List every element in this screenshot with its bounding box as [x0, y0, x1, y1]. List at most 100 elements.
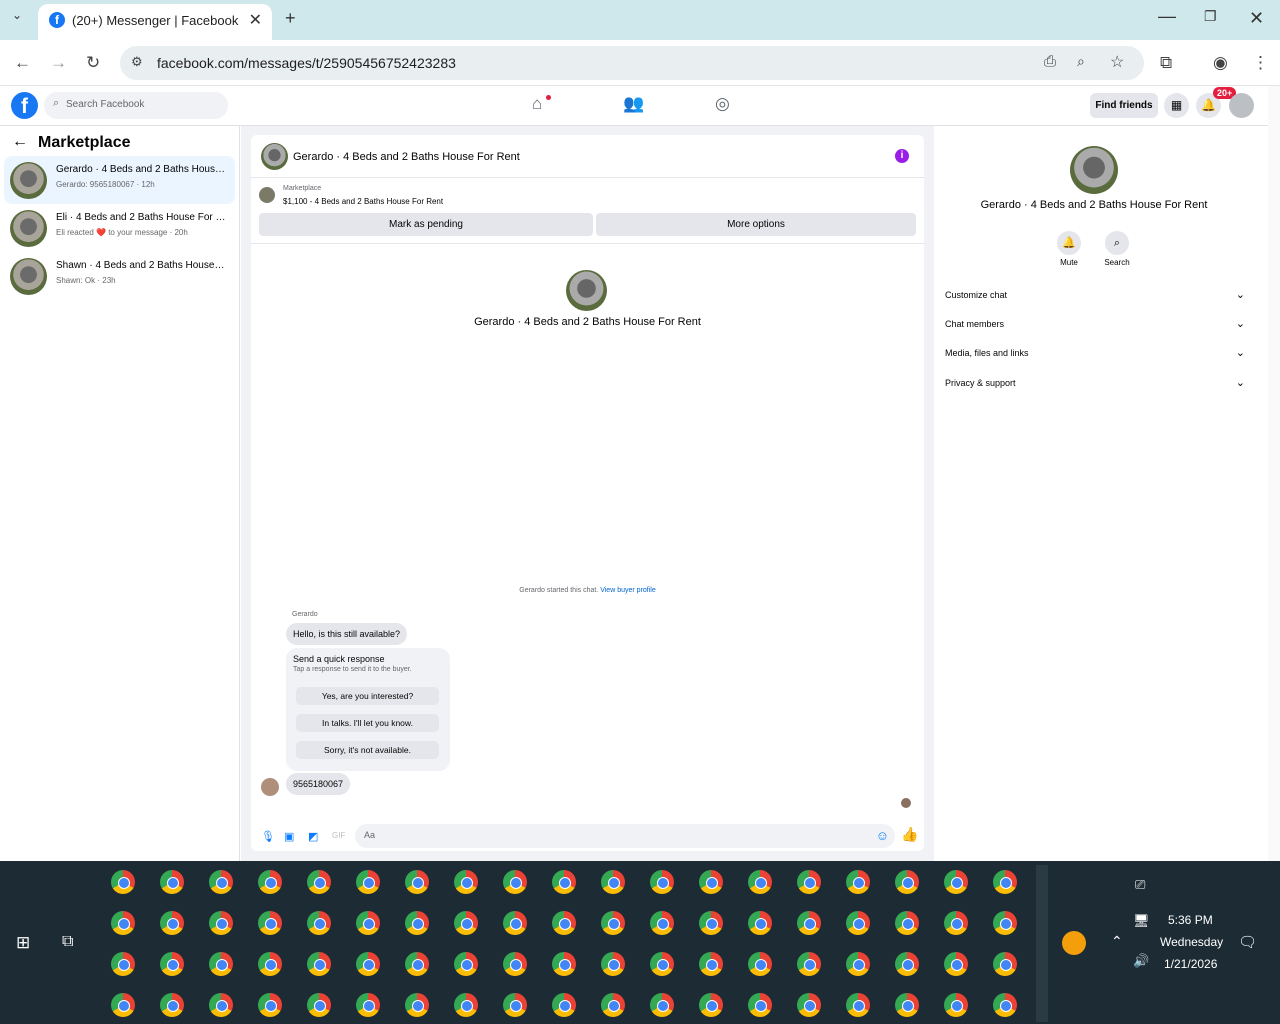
taskbar-app-icon[interactable]: [209, 952, 233, 976]
taskbar-app-icon[interactable]: [503, 993, 527, 1017]
taskbar-app-icon[interactable]: [307, 870, 331, 894]
listing-title[interactable]: $1,100 - 4 Beds and 2 Baths House For Re…: [283, 197, 443, 206]
taskbar-app-icon[interactable]: [307, 952, 331, 976]
clock-date[interactable]: 1/21/2026: [1164, 957, 1217, 971]
taskbar-app-icon[interactable]: [993, 993, 1017, 1017]
taskbar-app-icon[interactable]: [650, 870, 674, 894]
taskbar-app-icon[interactable]: [699, 870, 723, 894]
restore-icon[interactable]: ❐: [1204, 8, 1217, 25]
taskbar-app-icon[interactable]: [944, 870, 968, 894]
install-icon[interactable]: ⎙: [1044, 53, 1056, 70]
taskbar-app-icon[interactable]: [944, 911, 968, 935]
taskbar-app-icon[interactable]: [993, 911, 1017, 935]
conversation-item[interactable]: Shawn · 4 Beds and 2 Baths House For Ren…: [4, 252, 235, 300]
quick-reply-button[interactable]: Sorry, it's not available.: [296, 741, 439, 759]
back-arrow-icon[interactable]: ←: [12, 133, 28, 151]
taskbar-app-icon[interactable]: [552, 952, 576, 976]
taskbar-app-icon[interactable]: [846, 952, 870, 976]
taskbar-app-icon[interactable]: [111, 870, 135, 894]
taskbar-app-icon[interactable]: [895, 993, 919, 1017]
taskbar-app-icon[interactable]: [160, 952, 184, 976]
taskbar-app-icon[interactable]: [209, 993, 233, 1017]
forward-icon[interactable]: →: [50, 53, 67, 73]
taskbar-app-icon[interactable]: [111, 993, 135, 1017]
view-buyer-profile-link[interactable]: View buyer profile: [600, 587, 656, 594]
photo-icon[interactable]: ▣: [284, 830, 294, 843]
taskbar-app-icon[interactable]: [748, 952, 772, 976]
clock-time[interactable]: 5:36 PM: [1168, 913, 1213, 927]
taskbar-app-icon[interactable]: [160, 870, 184, 894]
taskbar-app-icon[interactable]: [650, 993, 674, 1017]
taskbar-app-icon[interactable]: [993, 952, 1017, 976]
taskbar-app-icon[interactable]: [895, 911, 919, 935]
taskbar-app-icon[interactable]: [993, 870, 1017, 894]
like-icon[interactable]: 👍: [901, 826, 918, 843]
taskbar-app-icon[interactable]: [895, 952, 919, 976]
taskbar-app-icon[interactable]: [209, 870, 233, 894]
address-bar[interactable]: ⚙ facebook.com/messages/t/25905456752423…: [120, 46, 1144, 80]
taskbar-app-icon[interactable]: [405, 870, 429, 894]
menu-grid-icon[interactable]: ▦: [1164, 93, 1189, 118]
mark-pending-button[interactable]: Mark as pending: [259, 213, 593, 236]
taskbar-app-icon[interactable]: [944, 993, 968, 1017]
chevron-up-icon[interactable]: ⌃: [1111, 933, 1123, 950]
taskbar-app-icon[interactable]: [454, 870, 478, 894]
taskbar-app-icon[interactable]: [454, 993, 478, 1017]
taskbar-app-icon[interactable]: [111, 952, 135, 976]
taskbar-app-icon[interactable]: [846, 911, 870, 935]
extensions-icon[interactable]: ⧉: [1160, 53, 1172, 73]
profile-icon[interactable]: ◉: [1213, 53, 1228, 73]
taskbar-app-icon[interactable]: [797, 911, 821, 935]
new-tab-icon[interactable]: +: [285, 8, 296, 29]
taskbar-app-icon[interactable]: [405, 993, 429, 1017]
meet-now-icon[interactable]: ⎚: [1135, 877, 1145, 893]
taskbar-app-icon[interactable]: [895, 870, 919, 894]
find-friends-button[interactable]: Find friends: [1090, 93, 1158, 118]
taskbar-app-icon[interactable]: [797, 993, 821, 1017]
customize-chat-section[interactable]: Customize chat ⌄: [945, 289, 1245, 301]
task-view-icon[interactable]: ⧉: [62, 933, 73, 951]
more-options-button[interactable]: More options: [596, 213, 916, 236]
home-icon[interactable]: ⌂: [532, 94, 542, 114]
groups-icon[interactable]: ◎: [715, 94, 730, 114]
quick-reply-button[interactable]: In talks. I'll let you know.: [296, 714, 439, 732]
taskbar-app-icon[interactable]: [699, 952, 723, 976]
search-icon[interactable]: ⌕: [1105, 231, 1129, 255]
tab-close-icon[interactable]: ✕: [249, 10, 262, 30]
taskbar-scrollbar[interactable]: [1036, 865, 1048, 1022]
taskbar-app-icon[interactable]: [209, 911, 233, 935]
taskbar-app-icon[interactable]: [650, 911, 674, 935]
taskbar-app-icon[interactable]: [258, 870, 282, 894]
taskbar-app-icon[interactable]: [258, 952, 282, 976]
taskbar-app-icon[interactable]: [650, 952, 674, 976]
taskbar-app-icon[interactable]: [601, 870, 625, 894]
taskbar-app-icon[interactable]: [503, 870, 527, 894]
windows-start-icon[interactable]: ⊞: [16, 933, 30, 953]
taskbar-app-icon[interactable]: [601, 911, 625, 935]
bookmark-star-icon[interactable]: ☆: [1110, 52, 1124, 72]
page-scrollbar[interactable]: [1268, 86, 1280, 861]
taskbar-app-icon[interactable]: [748, 911, 772, 935]
taskbar-app-icon[interactable]: [503, 911, 527, 935]
taskbar-app-icon[interactable]: [552, 911, 576, 935]
avatar[interactable]: [261, 143, 288, 170]
taskbar-app-icon[interactable]: [748, 993, 772, 1017]
taskbar-app-icon[interactable]: [258, 911, 282, 935]
site-info-icon[interactable]: ⚙: [131, 54, 143, 70]
taskbar-app-icon[interactable]: [356, 952, 380, 976]
info-icon[interactable]: i: [895, 149, 909, 163]
reload-icon[interactable]: ↻: [86, 53, 100, 73]
account-avatar[interactable]: [1229, 93, 1254, 118]
taskbar-app-icon[interactable]: [797, 870, 821, 894]
taskbar-app-icon[interactable]: [748, 870, 772, 894]
minimize-icon[interactable]: —: [1158, 6, 1176, 27]
message-input[interactable]: Aa ☺: [355, 824, 895, 848]
conversation-item[interactable]: Gerardo · 4 Beds and 2 Baths House For R…: [4, 156, 235, 204]
media-files-section[interactable]: Media, files and links ⌄: [945, 347, 1245, 359]
taskbar-app-icon[interactable]: [307, 911, 331, 935]
taskbar-app-icon[interactable]: [356, 870, 380, 894]
taskbar-app-icon[interactable]: [601, 952, 625, 976]
volume-icon[interactable]: 🔊: [1133, 953, 1149, 969]
taskbar-app-icon[interactable]: [601, 993, 625, 1017]
chat-members-section[interactable]: Chat members ⌄: [945, 318, 1245, 330]
